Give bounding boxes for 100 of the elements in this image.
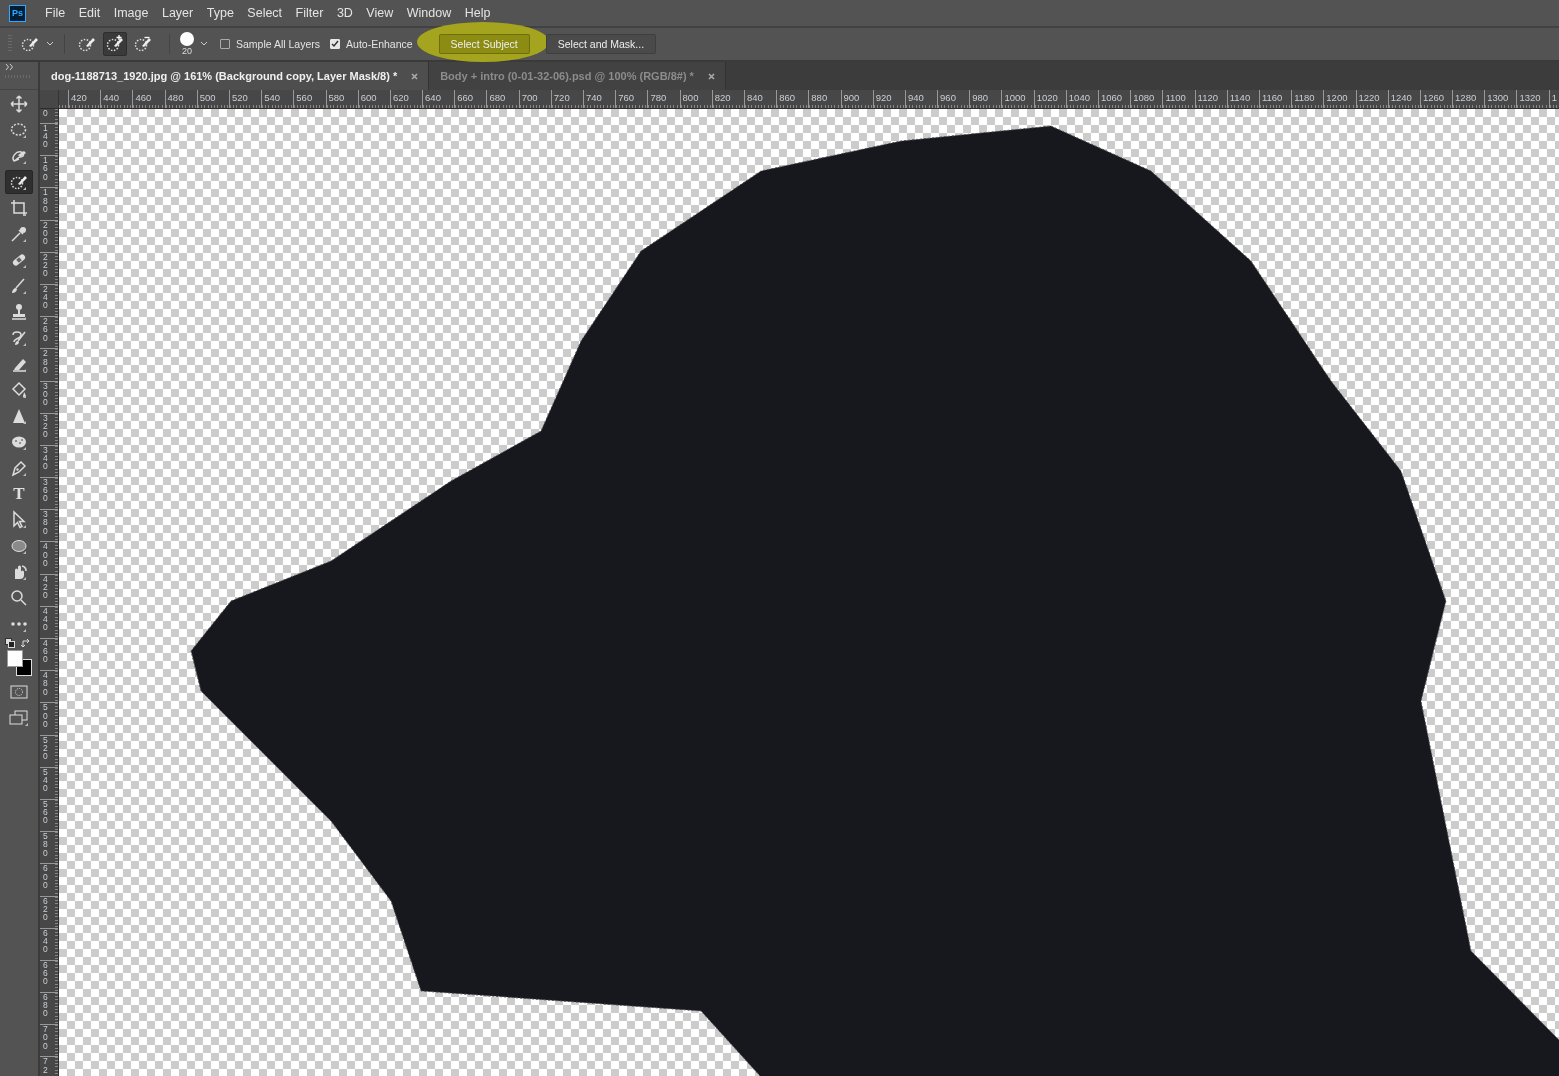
ruler-label: 660 [457,92,474,103]
ruler-label: 540 [264,92,280,103]
document-tab[interactable]: dog-1188713_1920.jpg @ 161% (Background copy, Layer Mask/8) * [40,62,430,90]
menu-item[interactable]: View [366,6,394,20]
ruler-label: 440 [43,606,48,632]
close-icon[interactable] [411,72,419,80]
ruler-label: 1080 [1133,92,1155,103]
menu-item[interactable]: Edit [78,6,101,20]
ruler-label: 640 [43,928,48,954]
ruler-label: 1040 [1068,92,1090,103]
checkbox[interactable] [220,39,230,49]
ruler-label: 760 [618,92,635,103]
ruler-label: 300 [43,381,48,407]
ruler-label: 1260 [1422,92,1444,103]
ruler-label: 740 [586,92,602,103]
ruler-label: 360 [43,478,48,503]
add-to-selection-icon-button[interactable] [103,32,127,56]
select-and-mask-button[interactable]: Select and Mask... [545,34,657,54]
ruler-label: 0 [43,109,48,118]
menu-item[interactable]: Select [247,6,283,20]
ruler-label: 580 [328,92,345,103]
ruler-label: 1020 [1036,92,1058,103]
ruler-label: 580 [43,832,48,857]
ruler-label: 1200 [1326,92,1348,103]
ruler-label: 680 [489,92,506,103]
ruler-label: 180 [43,188,48,213]
ruler-label: 600 [43,864,48,889]
menu-item[interactable]: Image [113,6,149,20]
ruler-label: 420 [43,574,48,600]
ruler-label: 720 [553,92,570,103]
ruler-label: 520 [43,735,48,761]
ruler-label: 560 [43,799,48,825]
ruler-label: 460 [135,92,152,103]
ruler-label: 800 [682,92,699,103]
ruler-label: 880 [811,92,828,103]
ruler-label: 460 [43,639,48,664]
ruler-label: 1120 [1197,92,1218,103]
ruler-label: 920 [875,92,892,103]
quick-mask-icon[interactable] [10,685,28,699]
brush-size: 20 [182,46,192,56]
ruler-label: 220 [43,252,48,278]
color-swatches-icon[interactable] [5,650,33,677]
app-logo[interactable]: Ps [9,4,26,22]
ruler-label: 820 [714,92,731,103]
ruler-label: 200 [43,220,48,246]
ruler-label: 380 [43,510,48,535]
double-chevron-icon[interactable] [5,64,14,70]
ruler-label: 1000 [1004,92,1026,103]
menu-item[interactable]: Filter [295,6,324,20]
ruler-label: 700 [43,1025,48,1050]
ruler-label: 620 [392,92,409,103]
screen-mode-icon[interactable] [9,710,29,726]
checkbox-label: Sample All Layers [236,38,321,50]
ruler-label: 1140 [1229,92,1251,103]
ruler-label: 520 [231,92,248,103]
swap-arrows-icon[interactable] [21,638,31,648]
close-icon[interactable] [707,72,715,80]
ruler-label: 1320 [1519,92,1541,103]
menu-item[interactable]: Help [464,6,491,20]
ruler-label: 72 [43,1057,48,1074]
ruler-label: 1180 [1294,92,1315,103]
ruler-label: 680 [43,993,48,1018]
ruler-label: 400 [43,542,48,568]
ruler-label: 900 [843,92,860,103]
ruler-label: 1280 [1455,92,1477,103]
ruler-label: 240 [43,284,48,310]
menu-item[interactable]: Window [406,6,452,20]
ruler-label: 600 [360,92,377,103]
ruler-label: 500 [43,703,48,728]
ruler-label: 1160 [1261,92,1283,103]
menu-item[interactable]: File [45,6,66,20]
ruler-label: 840 [746,92,763,103]
type-tool[interactable]: T [5,482,33,506]
ruler-label: 860 [779,92,795,103]
ruler-label: 780 [650,92,667,103]
ruler-label: 1 [1551,92,1557,103]
ruler-label: 660 [43,960,48,986]
menu-item[interactable]: 3D [336,6,353,20]
ruler-label: 1240 [1390,92,1412,103]
ruler-label: 320 [43,413,48,439]
ruler-label: 700 [521,92,538,103]
ruler-label: 480 [43,671,48,696]
ruler-label: 620 [43,896,48,922]
ruler-label: 340 [43,445,48,471]
caret-icon[interactable] [200,41,208,47]
checkbox-label: Auto-Enhance [346,38,413,50]
ruler-label: 420 [71,92,87,103]
ruler-label: 640 [425,92,441,103]
menu-item[interactable]: Type [206,6,234,20]
menu-item[interactable]: Layer [161,6,194,20]
ruler-label: 980 [972,92,989,103]
ruler-label: 940 [907,92,924,103]
ruler-label: 1220 [1358,92,1380,103]
ruler-label: 280 [43,349,48,374]
ruler-label: 1300 [1487,92,1509,103]
ruler-label: 500 [199,92,216,103]
brush-preview-icon[interactable] [180,32,194,46]
default-colors-icon[interactable] [5,638,15,648]
ruler-label: 440 [103,92,120,103]
caret-icon[interactable] [46,41,54,47]
